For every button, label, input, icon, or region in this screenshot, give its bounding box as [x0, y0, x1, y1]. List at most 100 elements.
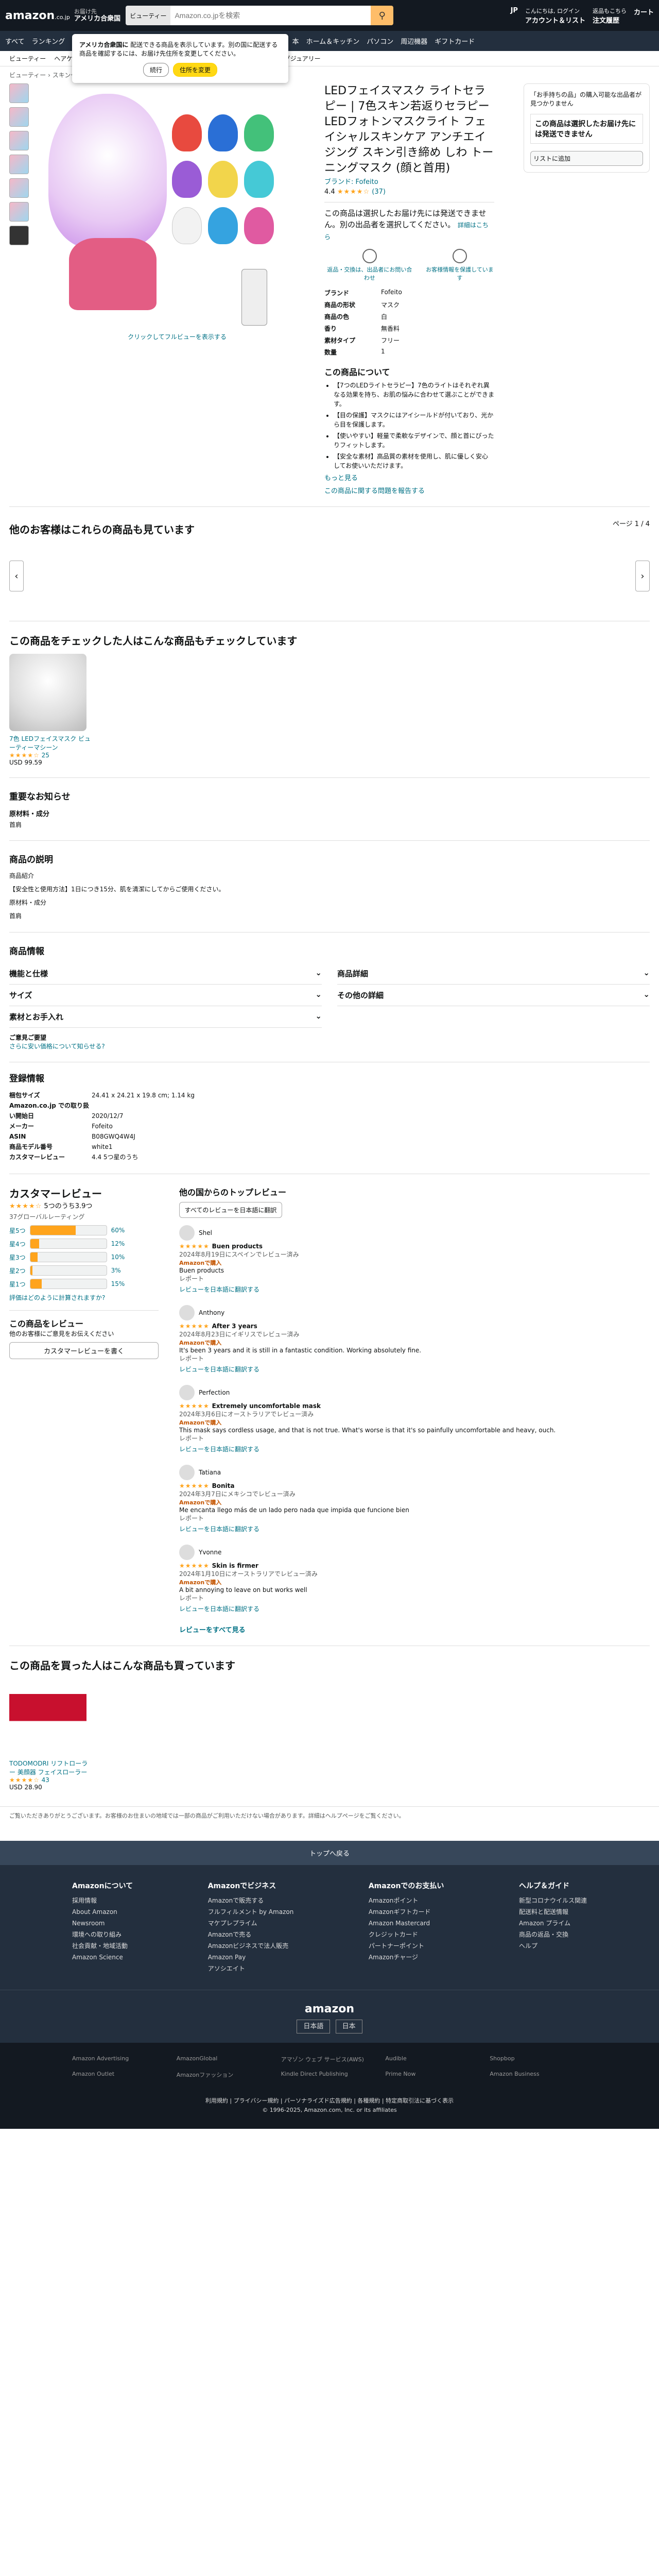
footer-link[interactable]: About Amazon	[72, 1906, 133, 1918]
translate-link[interactable]: レビューを日本語に翻訳する	[179, 1365, 650, 1374]
nav-item[interactable]: ギフトカード	[435, 36, 475, 46]
language-button[interactable]: 日本語	[297, 2020, 331, 2033]
product-card-title[interactable]: TODOMODRI リフトローラー 美顔器 フェイスローラー	[9, 1759, 92, 1776]
histogram-row[interactable]: 星3つ 10%	[9, 1252, 159, 1262]
deliver-to[interactable]: お届け先 アメリカ合衆国	[74, 8, 120, 23]
thumbnail[interactable]	[9, 107, 29, 127]
footer-link[interactable]: Amazonギフトカード	[369, 1906, 444, 1918]
accordion-item[interactable]: その他の詳細 ⌄	[337, 985, 650, 1006]
footer-logo[interactable]: amazon	[12, 2003, 647, 2015]
footer-service-link[interactable]: Amazon Advertising	[72, 2055, 169, 2063]
accordion-item[interactable]: 素材とお手入れ ⌄	[9, 1006, 322, 1028]
search-category[interactable]: ビューティー	[126, 6, 171, 25]
accordion-item[interactable]: サイズ ⌄	[9, 985, 322, 1006]
accordion-item[interactable]: 機能と仕様 ⌄	[9, 963, 322, 985]
thumbnail[interactable]	[9, 202, 29, 222]
amazon-logo[interactable]: amazon.co.jp	[5, 9, 70, 22]
footer-service-link[interactable]: アマゾン ウェブ サービス(AWS)	[281, 2055, 378, 2063]
rating-row[interactable]: 4.4 ★★★★☆ (37)	[324, 188, 494, 196]
footer-link[interactable]: 新型コロナウイルス関連	[519, 1895, 587, 1906]
footer-link[interactable]: Amazonで売る	[208, 1929, 294, 1940]
legal-links[interactable]: 利用規約 | プライバシー規約 | パーソナライズド広告規約 | 各種規約 | …	[0, 2096, 659, 2105]
main-product-image[interactable]: クリックしてフルビューを表示する	[38, 83, 316, 341]
nav-item[interactable]: 周辺機器	[401, 36, 427, 46]
rating-count[interactable]: (37)	[372, 188, 386, 196]
back-to-top[interactable]: トップへ戻る	[0, 1841, 659, 1865]
search-input[interactable]	[170, 6, 371, 25]
footer-link[interactable]: マケプレプライム	[208, 1918, 294, 1929]
report-link[interactable]: レポート	[179, 1434, 650, 1443]
footer-service-link[interactable]: Amazon Outlet	[72, 2071, 169, 2079]
all-reviews-link[interactable]: レビューをすべて見る	[179, 1624, 650, 1634]
footer-link[interactable]: Amazon プライム	[519, 1918, 587, 1929]
thumbnail[interactable]	[9, 155, 29, 174]
thumbnail[interactable]	[9, 83, 29, 103]
footer-link[interactable]: 採用情報	[72, 1895, 133, 1906]
footer-service-link[interactable]: Amazon Business	[490, 2071, 587, 2079]
product-card[interactable]: 7色 LEDフェイスマスク ビューティーマシーン ★★★★☆ 25 USD 99…	[9, 654, 92, 766]
write-review-button[interactable]: カスタマーレビューを書く	[9, 1342, 159, 1359]
footer-link[interactable]: Amazon Science	[72, 1952, 133, 1963]
video-thumbnail[interactable]	[9, 226, 29, 245]
image-caption[interactable]: クリックしてフルビューを表示する	[38, 332, 316, 341]
brand-link[interactable]: ブランド: Fofeito	[324, 176, 494, 186]
footer-service-link[interactable]: Kindle Direct Publishing	[281, 2071, 378, 2079]
footer-link[interactable]: Amazon Pay	[208, 1952, 294, 1963]
footer-link[interactable]: フルフィルメント by Amazon	[208, 1906, 294, 1918]
account-menu[interactable]: こんにちは, ログイン アカウント＆リスト	[525, 7, 585, 25]
add-to-list-button[interactable]: リストに追加	[530, 151, 643, 166]
footer-link[interactable]: アソシエイト	[208, 1963, 294, 1974]
thumbnail[interactable]	[9, 131, 29, 150]
footer-link[interactable]: Amazon Mastercard	[369, 1918, 444, 1929]
country-button[interactable]: 日本	[335, 2020, 362, 2033]
footer-service-link[interactable]: Shopbop	[490, 2055, 587, 2063]
cart-icon[interactable]: カート	[634, 7, 654, 25]
feedback-link[interactable]: さらに安い価格について知らせる?	[9, 1042, 650, 1050]
footer-link[interactable]: 配送料と配送情報	[519, 1906, 587, 1918]
footer-link[interactable]: ヘルプ	[519, 1940, 587, 1952]
nav-item[interactable]: パソコン	[367, 36, 393, 46]
nav-item[interactable]: ランキング	[32, 36, 65, 46]
footer-link[interactable]: Amazonで販売する	[208, 1895, 294, 1906]
footer-link[interactable]: Newsroom	[72, 1918, 133, 1929]
histogram-row[interactable]: 星2つ 3%	[9, 1265, 159, 1276]
report-link[interactable]: レポート	[179, 1514, 650, 1522]
footer-link[interactable]: 社会貢献・地域活動	[72, 1940, 133, 1952]
nav-item[interactable]: すべて	[5, 36, 25, 46]
footer-link[interactable]: 商品の返品・交換	[519, 1929, 587, 1940]
footer-link[interactable]: Amazonビジネスで法人販売	[208, 1940, 294, 1952]
histogram-row[interactable]: 星5つ 60%	[9, 1225, 159, 1235]
nav-item[interactable]: ホーム＆キッチン	[306, 36, 360, 46]
footer-service-link[interactable]: Amazonファッション	[177, 2071, 274, 2079]
accordion-item[interactable]: 商品詳細 ⌄	[337, 963, 650, 985]
search-icon[interactable]: ⚲	[371, 6, 394, 25]
subnav-item[interactable]: ビューティー	[9, 54, 46, 63]
report-link[interactable]: レポート	[179, 1274, 650, 1283]
product-card[interactable]: TODOMODRI リフトローラー 美顔器 フェイスローラー ★★★★☆ 43 …	[9, 1679, 92, 1791]
footer-link[interactable]: Amazonチャージ	[369, 1952, 444, 1963]
translate-link[interactable]: レビューを日本語に翻訳する	[179, 1604, 650, 1613]
return-info[interactable]: 返品・交換は、出品者にお問い合わせ	[324, 249, 415, 282]
language-select[interactable]: JP	[511, 7, 518, 25]
nav-item[interactable]: 本	[292, 36, 299, 46]
footer-service-link[interactable]: Audible	[385, 2055, 482, 2063]
secure-info[interactable]: お客様情報を保護しています	[425, 249, 494, 282]
footer-service-link[interactable]: Prime Now	[385, 2071, 482, 2079]
footer-link[interactable]: Amazonポイント	[369, 1895, 444, 1906]
footer-link[interactable]: クレジットカード	[369, 1929, 444, 1940]
change-address-button[interactable]: 住所を変更	[173, 63, 218, 77]
footer-link[interactable]: 環境への取り組み	[72, 1929, 133, 1940]
product-card-title[interactable]: 7色 LEDフェイスマスク ビューティーマシーン	[9, 734, 92, 752]
translate-link[interactable]: レビューを日本語に翻訳する	[179, 1524, 650, 1533]
carousel-prev-icon[interactable]: ‹	[9, 561, 24, 591]
translate-all-button[interactable]: すべてのレビューを日本語に翻訳	[179, 1202, 282, 1218]
histogram-row[interactable]: 星4つ 12%	[9, 1239, 159, 1249]
thumbnail[interactable]	[9, 178, 29, 198]
report-link[interactable]: レポート	[179, 1594, 650, 1602]
more-link[interactable]: もっと見る	[324, 472, 494, 482]
report-link[interactable]: この商品に関する問題を報告する	[324, 485, 494, 495]
carousel-next-icon[interactable]: ›	[635, 561, 650, 591]
how-calculated-link[interactable]: 評価はどのように計算されますか?	[9, 1293, 159, 1302]
translate-link[interactable]: レビューを日本語に翻訳する	[179, 1285, 650, 1294]
report-link[interactable]: レポート	[179, 1354, 650, 1363]
